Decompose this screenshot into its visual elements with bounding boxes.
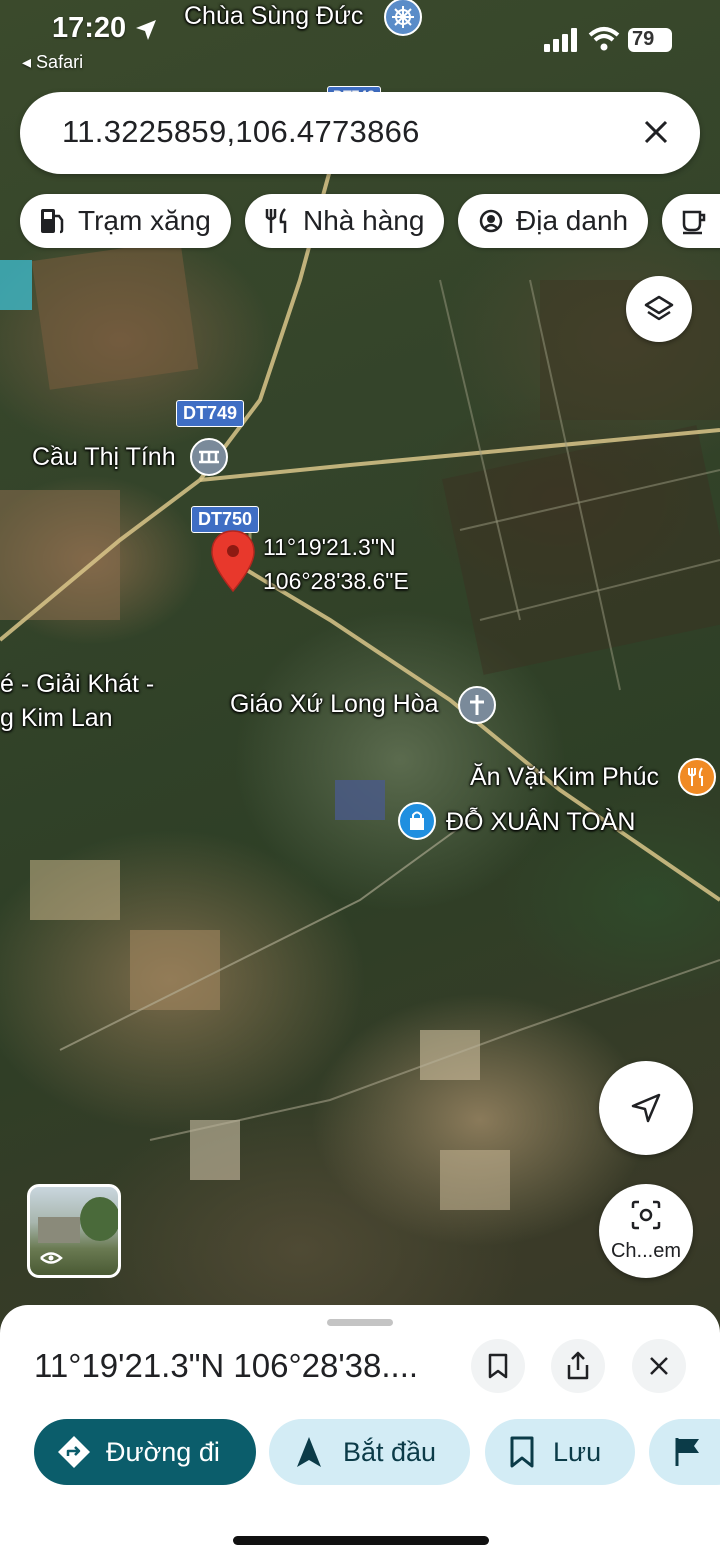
camera-search-label: Ch...em xyxy=(610,1240,682,1262)
map-label-business-line2[interactable]: g Kim Lan xyxy=(0,704,113,733)
bookmark-icon xyxy=(488,1353,508,1379)
restaurant-poi-icon[interactable] xyxy=(678,758,716,796)
layers-icon xyxy=(644,295,674,321)
dropped-pin-icon[interactable] xyxy=(209,529,257,593)
chip-restaurant[interactable]: Nhà hàng xyxy=(245,194,444,248)
pin-latitude-label: 11°19'21.3"N xyxy=(263,534,396,560)
sheet-drag-handle[interactable] xyxy=(327,1319,393,1326)
back-app-label: Safari xyxy=(36,52,84,72)
bridge-poi-icon[interactable] xyxy=(190,438,228,476)
street-view-rotate-icon xyxy=(40,1252,63,1264)
start-label: Bắt đầu xyxy=(343,1436,437,1467)
road-shield-dt749: DT749 xyxy=(176,400,245,427)
save-label: Lưu xyxy=(553,1436,602,1467)
chip-label: Địa danh xyxy=(516,205,629,236)
bookmark-icon xyxy=(510,1436,534,1468)
battery-icon: 79 xyxy=(628,28,672,52)
camera-lens-icon xyxy=(631,1200,661,1230)
search-input[interactable]: 11.3225859,106.4773866 xyxy=(62,114,420,150)
cellular-signal-icon xyxy=(544,28,577,52)
layers-button[interactable] xyxy=(626,276,692,342)
label-flag-button[interactable] xyxy=(649,1419,720,1485)
navigation-arrow-icon xyxy=(631,1093,661,1123)
chip-coffee[interactable]: C xyxy=(662,194,720,248)
back-to-safari[interactable]: ◂ Safari xyxy=(22,52,83,73)
chip-label: Nhà hàng xyxy=(303,205,425,236)
place-title: 11°19'21.3"N 106°28'38.... xyxy=(34,1347,419,1384)
shop-poi-icon[interactable] xyxy=(398,802,436,840)
location-arrow-icon xyxy=(136,20,156,40)
directions-button[interactable]: Đường đi xyxy=(34,1419,256,1485)
landmark-icon xyxy=(479,209,503,233)
close-icon xyxy=(650,1357,668,1375)
close-sheet-button[interactable] xyxy=(632,1339,686,1393)
home-indicator xyxy=(233,1536,489,1545)
thumbnail-building xyxy=(38,1217,80,1243)
restaurant-icon xyxy=(265,208,287,233)
map-label-food[interactable]: Ăn Vặt Kim Phúc xyxy=(470,763,659,792)
church-poi-icon[interactable] xyxy=(458,686,496,724)
temple-poi-icon[interactable] xyxy=(384,0,422,36)
chip-label: Trạm xăng xyxy=(78,205,211,236)
street-view-thumbnail[interactable] xyxy=(27,1184,121,1278)
search-bar[interactable]: 11.3225859,106.4773866 xyxy=(20,92,700,174)
thumbnail-tree xyxy=(80,1197,118,1241)
my-location-button[interactable] xyxy=(599,1061,693,1155)
status-time: 17:20 xyxy=(52,12,127,44)
navigation-arrow-icon xyxy=(297,1437,321,1467)
save-bookmark-button[interactable] xyxy=(471,1339,525,1393)
map-label-temple[interactable]: Chùa Sùng Đức xyxy=(184,2,363,31)
battery-level: 79 xyxy=(632,28,655,50)
start-button[interactable]: Bắt đầu xyxy=(269,1419,470,1485)
coffee-icon xyxy=(682,210,706,235)
pin-longitude-label: 106°28'38.6"E xyxy=(263,568,409,594)
share-button[interactable] xyxy=(551,1339,605,1393)
map-label-shop[interactable]: ĐỖ XUÂN TOÀN xyxy=(446,808,635,837)
directions-icon xyxy=(58,1436,90,1468)
map-label-church[interactable]: Giáo Xứ Long Hòa xyxy=(230,690,439,719)
flag-icon xyxy=(675,1438,699,1466)
map-label-bridge[interactable]: Cầu Thị Tính xyxy=(32,443,176,472)
share-icon xyxy=(567,1351,589,1380)
wifi-icon xyxy=(588,27,620,51)
directions-label: Đường đi xyxy=(106,1436,220,1467)
chip-landmark[interactable]: Địa danh xyxy=(458,194,648,248)
place-bottom-sheet[interactable]: 11°19'21.3"N 106°28'38.... Đường đi Bắt … xyxy=(0,1305,720,1557)
camera-search-button[interactable]: Ch...em xyxy=(599,1184,693,1278)
save-button[interactable]: Lưu xyxy=(485,1419,635,1485)
chip-gas-station[interactable]: Trạm xăng xyxy=(20,194,231,248)
map-label-business-line1[interactable]: é - Giải Khát - xyxy=(0,670,154,699)
gas-station-icon xyxy=(41,209,64,234)
back-chevron-icon: ◂ xyxy=(22,52,37,72)
close-icon[interactable] xyxy=(638,114,674,150)
